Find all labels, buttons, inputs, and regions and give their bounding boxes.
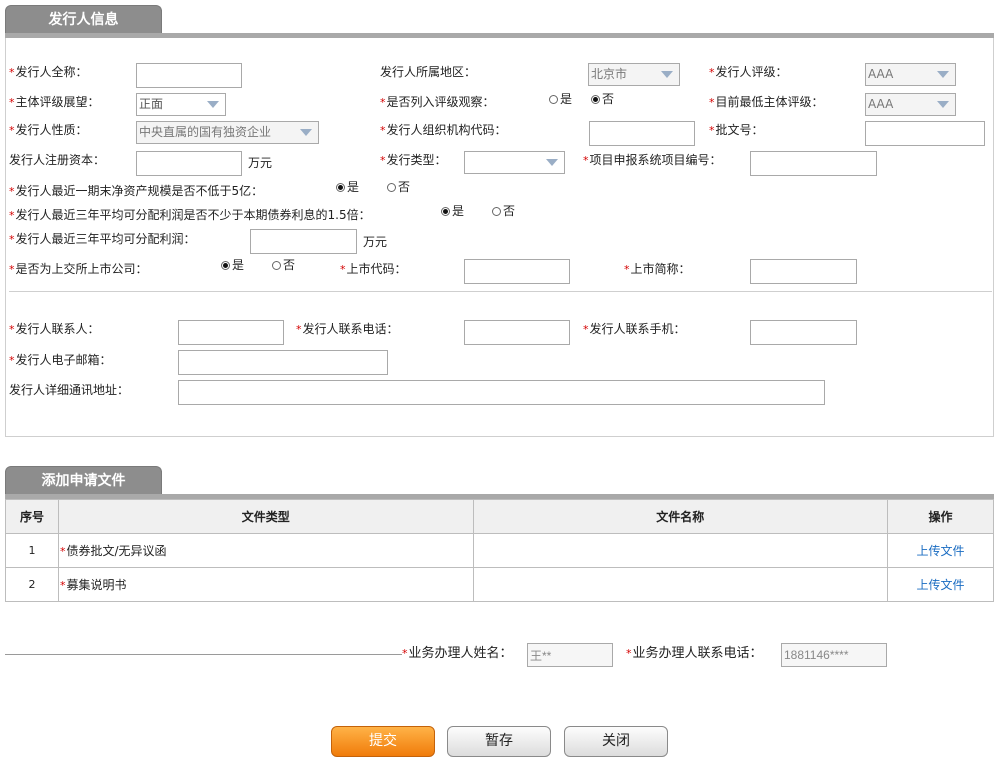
file-type-cell: *债券批文/无异议函 — [57, 533, 474, 568]
net-assets-no-text: 否 — [398, 180, 411, 194]
nature-label: *发行人性质： — [9, 123, 88, 137]
contact-label: *发行人联系人： — [9, 322, 100, 336]
address-label: 发行人详细通讯地址： — [9, 383, 130, 397]
save-draft-button[interactable]: 暂存 — [447, 726, 551, 757]
tab-add-files[interactable]: 添加申请文件 — [5, 466, 162, 495]
column-header: 文件名称 — [472, 499, 889, 534]
project-no-label: *项目申报系统项目编号： — [583, 153, 722, 167]
chevron-down-icon — [661, 71, 673, 78]
min-rating-label: *目前最低主体评级： — [709, 95, 824, 109]
file-name-cell — [472, 567, 889, 602]
net-assets-yes-radio[interactable] — [336, 183, 345, 192]
mobile-input[interactable] — [750, 320, 857, 345]
close-button[interactable]: 关闭 — [564, 726, 668, 757]
issue-type-select[interactable] — [464, 151, 565, 174]
org-code-label: *发行人组织机构代码： — [380, 123, 507, 137]
listing-abbr-input[interactable] — [750, 259, 857, 284]
reg-capital-label: 发行人注册资本： — [9, 153, 106, 167]
profit-ratio-no-radio[interactable] — [492, 207, 501, 216]
watchlist-yes-text: 是 — [560, 92, 573, 106]
org-code-input[interactable] — [589, 121, 695, 146]
column-header: 文件类型 — [57, 499, 474, 534]
action-cell: 上传文件 — [887, 533, 994, 568]
chevron-down-icon — [937, 71, 949, 78]
listed-yes-text: 是 — [232, 258, 245, 272]
listing-code-label: *上市代码： — [340, 262, 407, 276]
avg-profit-unit: 万元 — [363, 235, 388, 249]
agent-name-input[interactable] — [527, 643, 613, 667]
table-header-row: 序号 文件类型 文件名称 操作 — [5, 499, 994, 534]
phone-input[interactable] — [464, 320, 570, 345]
tab-issuer-info[interactable]: 发行人信息 — [5, 5, 162, 34]
avg-profit-input[interactable] — [250, 229, 357, 254]
chevron-down-icon — [207, 101, 219, 108]
listed-yes-radio[interactable] — [221, 261, 230, 270]
listed-no-text: 否 — [283, 258, 296, 272]
watchlist-yes-radio[interactable] — [549, 95, 558, 104]
listed-label: *是否为上交所上市公司： — [9, 262, 148, 276]
watchlist-no-text: 否 — [602, 92, 615, 106]
listing-code-input[interactable] — [464, 259, 570, 284]
approval-no-label: *批文号： — [709, 123, 764, 137]
reg-capital-input[interactable] — [136, 151, 242, 176]
address-input[interactable] — [178, 380, 825, 405]
row-number: 2 — [5, 567, 59, 602]
project-no-input[interactable] — [750, 151, 877, 176]
region-label: 发行人所属地区： — [380, 65, 477, 79]
upload-file-link[interactable]: 上传文件 — [917, 578, 965, 592]
row-number: 1 — [5, 533, 59, 568]
watchlist-no-radio[interactable] — [591, 95, 600, 104]
column-header: 序号 — [5, 499, 59, 534]
profit-ratio-label: *发行人最近三年平均可分配利润是否不少于本期债券利息的1.5倍： — [9, 208, 371, 222]
full-name-label: *发行人全称： — [9, 65, 88, 79]
chevron-down-icon — [546, 159, 558, 166]
region-select[interactable]: 北京市 — [588, 63, 680, 86]
listing-abbr-label: *上市简称： — [624, 262, 691, 276]
chevron-down-icon — [937, 101, 949, 108]
submit-button[interactable]: 提交 — [331, 726, 435, 757]
profit-ratio-no-text: 否 — [503, 204, 516, 218]
min-rating-select[interactable]: AAA — [865, 93, 956, 116]
agent-phone-label: *业务办理人联系电话： — [626, 646, 763, 661]
agent-divider — [5, 654, 402, 655]
email-input[interactable] — [178, 350, 388, 375]
column-header: 操作 — [887, 499, 994, 534]
table-row: 1 *债券批文/无异议函 上传文件 — [5, 533, 994, 568]
net-assets-label: *发行人最近一期末净资产规模是否不低于5亿： — [9, 184, 264, 198]
contact-input[interactable] — [178, 320, 284, 345]
files-table: 序号 文件类型 文件名称 操作 1 *债券批文/无异议函 上传文件 2 *募集说… — [5, 499, 994, 602]
outlook-label: *主体评级展望： — [9, 95, 100, 109]
issue-type-label: *发行类型： — [380, 153, 447, 167]
mobile-label: *发行人联系手机： — [583, 322, 686, 336]
profit-ratio-yes-radio[interactable] — [441, 207, 450, 216]
email-label: *发行人电子邮箱： — [9, 353, 112, 367]
file-type-cell: *募集说明书 — [57, 567, 474, 602]
action-cell: 上传文件 — [887, 567, 994, 602]
nature-select[interactable]: 中央直属的国有独资企业 — [136, 121, 319, 144]
net-assets-yes-text: 是 — [347, 180, 360, 194]
rating-select[interactable]: AAA — [865, 63, 956, 86]
avg-profit-label: *发行人最近三年平均可分配利润： — [9, 232, 196, 246]
outlook-select[interactable]: 正面 — [136, 93, 226, 116]
watchlist-label: *是否列入评级观察： — [380, 95, 495, 109]
agent-phone-input[interactable] — [781, 643, 887, 667]
file-name-cell — [472, 533, 889, 568]
approval-no-input[interactable] — [865, 121, 985, 146]
agent-name-label: *业务办理人姓名： — [402, 646, 513, 661]
rating-label: *发行人评级： — [709, 65, 788, 79]
chevron-down-icon — [300, 129, 312, 136]
listed-no-radio[interactable] — [272, 261, 281, 270]
net-assets-no-radio[interactable] — [387, 183, 396, 192]
table-row: 2 *募集说明书 上传文件 — [5, 567, 994, 602]
section-divider — [9, 291, 992, 292]
upload-file-link[interactable]: 上传文件 — [917, 544, 965, 558]
reg-capital-unit: 万元 — [248, 156, 273, 170]
phone-label: *发行人联系电话： — [296, 322, 399, 336]
full-name-input[interactable] — [136, 63, 242, 88]
profit-ratio-yes-text: 是 — [452, 204, 465, 218]
